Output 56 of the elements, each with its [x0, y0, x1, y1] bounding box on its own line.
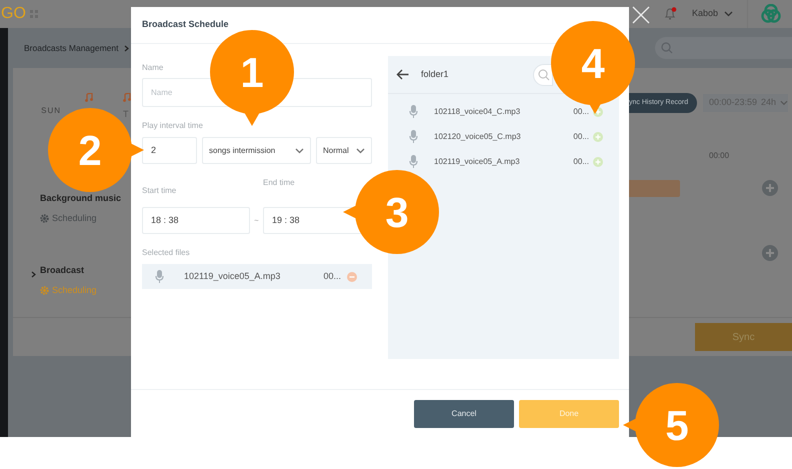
close-icon[interactable] — [632, 6, 650, 24]
search-icon — [538, 68, 550, 80]
input-field[interactable]: 18 : 38 — [142, 207, 250, 234]
file-duration: 00... — [323, 270, 341, 283]
file-name: 102118_voice04_C.mp3 — [434, 106, 522, 118]
plus-icon[interactable] — [762, 180, 778, 196]
rings-logo-icon — [760, 4, 782, 24]
file-name: 102119_voice05_A.mp3 — [434, 156, 521, 168]
chevron-right-icon — [124, 44, 128, 52]
dialog-title: Broadcast Schedule — [142, 18, 229, 32]
plus-icon[interactable] — [762, 245, 778, 261]
search-field[interactable] — [655, 37, 792, 59]
chevron-down-icon — [295, 148, 304, 154]
time-tick: 00:00 — [709, 150, 730, 162]
select-field[interactable]: Normal — [316, 137, 372, 164]
microphone-icon — [409, 130, 418, 143]
app-logo: GO — [0, 4, 27, 24]
folder-name: folder1 — [421, 68, 449, 81]
range-separator: ~ — [253, 214, 260, 226]
search-icon — [661, 42, 673, 54]
plus-icon[interactable] — [593, 156, 603, 166]
music-note-icon — [123, 93, 131, 102]
select-field[interactable]: songs intermission — [202, 137, 311, 164]
field-label: End time — [263, 177, 295, 189]
microphone-icon — [155, 270, 164, 283]
row-title: Broadcast — [40, 264, 86, 277]
plus-icon[interactable] — [593, 132, 603, 142]
chevron-down-icon — [356, 148, 365, 154]
back-arrow-icon[interactable] — [396, 69, 409, 80]
chevron-down-icon — [780, 100, 788, 106]
file-name: 102120_voice05_C.mp3 — [434, 130, 522, 142]
day-label: SUN — [41, 105, 61, 117]
row-title: Background music — [40, 192, 122, 205]
bell-icon[interactable] — [664, 7, 677, 21]
field-label: Start time — [142, 186, 176, 195]
music-note-icon — [85, 93, 93, 102]
status-label: Scheduling — [52, 284, 97, 297]
gear-icon — [40, 286, 49, 295]
breadcrumb: Broadcasts Management — [24, 42, 118, 54]
input-field[interactable]: 2 — [142, 137, 197, 164]
file-name: 102119_voice05_A.mp3 — [184, 270, 282, 283]
file-duration: 00... — [573, 130, 589, 142]
search-field[interactable] — [532, 64, 553, 86]
microphone-icon — [409, 105, 418, 118]
file-duration: 00... — [573, 156, 589, 168]
status-label: Scheduling — [52, 212, 97, 225]
schedule-bar[interactable] — [629, 180, 680, 196]
gear-icon — [40, 214, 49, 223]
cancel-button[interactable]: Cancel — [414, 400, 514, 428]
chevron-down-icon — [724, 11, 733, 17]
minus-icon[interactable] — [347, 272, 357, 282]
field-label: Name — [142, 62, 164, 74]
field-label: Selected files — [142, 247, 191, 259]
field-label: Play interval time — [142, 120, 204, 132]
file-duration: 00... — [573, 106, 589, 118]
microphone-icon — [409, 155, 418, 168]
